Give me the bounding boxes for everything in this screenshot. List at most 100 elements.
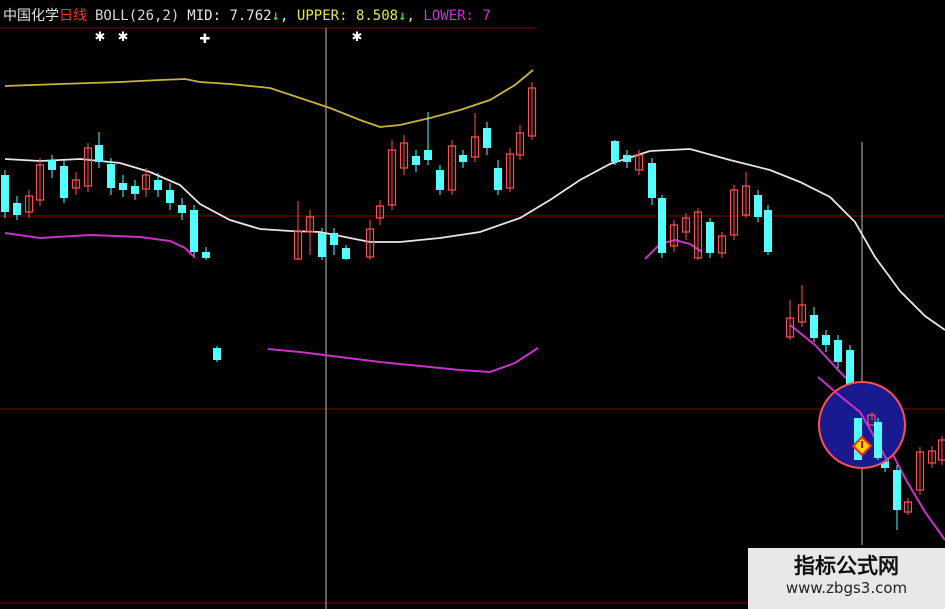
candle-67 [937,436,945,465]
upper-value: 8.508 [355,8,399,24]
candle-body [330,233,338,245]
candle-24 [342,245,350,260]
candle-31 [436,165,444,195]
candle-17 [190,205,198,258]
signal-markers: ✱ ✱ ✚ ✱ [95,30,363,47]
upper-label: UPPER: [296,8,348,24]
candle-20 [293,201,303,260]
candle-body [190,210,198,252]
signal-marker-1: ✱ [95,30,106,45]
candle-15 [166,183,174,210]
upper-band-line [4,69,534,128]
candle-3 [24,190,34,218]
candle-48 [706,218,714,258]
stock-name: 中国化学 [3,8,59,24]
candle-body [623,155,631,162]
candle-37 [505,148,515,192]
candle-6 [60,160,68,203]
grid-lines [0,27,945,609]
candle-49 [717,232,727,258]
candle-40 [611,140,619,165]
mid-label: MID: [187,8,222,24]
candle-body [424,150,432,160]
candle-16 [178,198,186,220]
candle-body [459,155,467,162]
candle-55 [797,285,807,327]
candle-18 [202,247,210,260]
candle-body [412,156,420,165]
candle-body [154,180,162,190]
candle-body [60,166,68,198]
candle-body [893,470,901,510]
signal-marker-4: ✱ [352,30,363,45]
sep-2: , [406,8,415,24]
candle-body [764,210,772,252]
candle-body [810,315,818,338]
candle-35 [483,122,491,155]
candle-34 [470,113,480,162]
candle-7 [71,172,81,195]
sep-1: , [280,8,289,24]
candle-4 [35,158,45,206]
candle-9 [95,132,103,168]
candle-body [1,175,9,212]
candle-body [494,168,502,190]
candle-19 [213,346,221,362]
candle-body [107,164,115,188]
candle-in-circle-2 [874,422,882,458]
candle-57 [822,330,830,352]
candle-5 [48,155,56,178]
signal-marker-2: ✱ [118,30,129,45]
candle-10 [107,158,115,195]
candle-body [95,145,103,162]
highlight-circle [817,376,906,469]
candle-32 [447,140,457,195]
mid-value: 7.762 [229,8,272,24]
upper-arrow-icon: ↓ [398,8,407,24]
candle-23 [330,228,338,255]
candle-body [483,128,491,148]
candle-41 [623,150,631,168]
candle-64 [903,498,913,515]
lower-value: 7 [482,8,491,24]
candle-51 [741,172,751,218]
candle-65 [915,447,925,495]
candle-52 [754,190,762,222]
indicator-header: 中国化学日线 BOLL(26,2) MID: 7.762↓, UPPER: 8.50… [3,6,495,26]
signal-marker-3: ✚ [200,32,211,47]
candle-body [119,183,127,190]
candle-53 [764,205,772,255]
indicator-label: BOLL(26,2) [95,8,180,24]
candle-11 [119,175,127,197]
candle-50 [729,185,739,240]
lower-label: LOWER: [423,8,474,24]
watermark: 指标公式网 www.zbgs3.com [748,548,945,609]
candle-25 [365,220,375,260]
candle-27 [387,140,397,210]
boll-candlestick-chart: ✱ ✱ ✚ ✱ [0,27,945,609]
candle-body [834,340,842,362]
candle-body [48,160,56,170]
candle-26 [375,200,385,225]
candle-38 [515,125,525,160]
candle-29 [412,150,420,172]
candle-44 [658,195,666,258]
candle-body [342,248,350,259]
watermark-url: www.zbgs3.com [785,579,908,597]
candle-36 [494,160,502,195]
candle-8 [83,143,93,192]
candle-33 [459,150,467,168]
candle-21 [305,210,315,255]
candle-body [754,195,762,217]
candle-body [178,205,186,213]
candle-body [131,186,139,194]
candle-54 [785,300,795,340]
candle-12 [131,180,139,200]
mid-arrow-icon: ↓ [271,8,281,24]
candle-body [658,198,666,253]
candle-56 [810,307,818,342]
candle-body [213,348,221,360]
candle-39 [527,82,537,140]
candle-46 [681,213,691,240]
candlesticks [1,82,945,530]
